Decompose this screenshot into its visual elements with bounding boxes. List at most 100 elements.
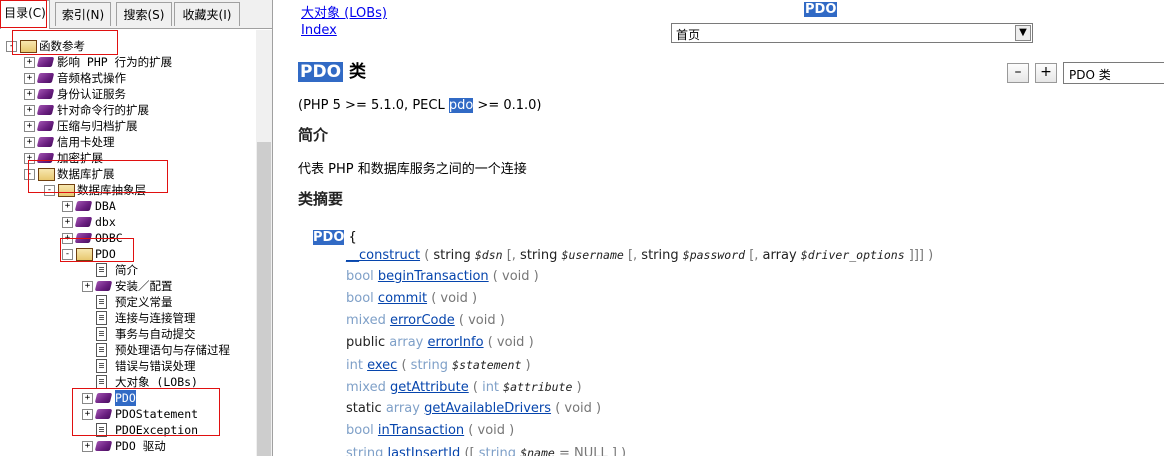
method-params: ( void ) — [431, 291, 478, 306]
tree-item[interactable]: 连接与连接管理 — [0, 310, 256, 326]
tree-item-label: 身份认证服务 — [57, 87, 126, 101]
prev-page-link[interactable]: 大对象 (LOBs) — [301, 2, 387, 21]
method-link[interactable]: getAttribute — [390, 380, 469, 395]
tree-item[interactable]: 简介 — [0, 262, 256, 278]
tree-item[interactable]: 错误与错误处理 — [0, 358, 256, 374]
search-input[interactable]: PDO 类 — [1063, 62, 1164, 84]
tree-item-label: 安装／配置 — [115, 279, 173, 293]
method-signature: public array errorInfo ( void ) — [346, 333, 534, 353]
param-type: string — [478, 446, 517, 456]
method-return-type: array — [385, 401, 420, 416]
param-type: int — [482, 380, 500, 395]
content-pane: 大对象 (LOBs) PDO Index 首页 ▼ PDO 类 – + PDO … — [273, 0, 1164, 456]
zoom-in-button[interactable]: + — [1035, 63, 1057, 83]
method-link[interactable]: errorInfo — [428, 335, 484, 350]
page-title: PDO 类 — [298, 60, 366, 84]
tree-item[interactable]: + 压缩与归档扩展 — [0, 118, 256, 134]
page-icon — [96, 263, 107, 277]
tree-item-label: 事务与自动提交 — [115, 327, 196, 341]
tree-item-label: 压缩与归档扩展 — [57, 119, 138, 133]
tree-item[interactable]: + 身份认证服务 — [0, 86, 256, 102]
method-link[interactable]: exec — [367, 358, 397, 373]
param-name: $dsn — [474, 248, 503, 262]
param-type: array — [762, 248, 797, 263]
tree-item-label: 音频格式操作 — [57, 71, 126, 85]
method-link[interactable]: errorCode — [390, 313, 455, 328]
method-signature: static array getAvailableDrivers ( void … — [346, 399, 601, 419]
expand-icon[interactable]: + — [24, 73, 35, 84]
synopsis-heading: 类摘要 — [298, 190, 344, 208]
book-icon — [36, 73, 55, 83]
tree-item[interactable]: + 音频格式操作 — [0, 70, 256, 86]
tree-item[interactable]: + 针对命令行的扩展 — [0, 102, 256, 118]
page-icon — [96, 295, 107, 309]
expand-icon[interactable]: + — [82, 441, 93, 452]
expand-icon[interactable]: + — [62, 217, 73, 228]
expand-icon[interactable]: + — [24, 137, 35, 148]
tree-item-label: 连接与连接管理 — [115, 311, 196, 325]
method-link[interactable]: __construct — [346, 248, 420, 263]
tree-item-label: 针对命令行的扩展 — [57, 103, 149, 117]
chevron-down-icon[interactable]: ▼ — [1015, 25, 1031, 41]
page-icon — [96, 375, 107, 389]
method-link[interactable]: inTransaction — [378, 423, 464, 438]
method-signature: bool commit ( void ) — [346, 289, 477, 309]
book-icon — [74, 217, 93, 227]
method-signature: bool inTransaction ( void ) — [346, 421, 514, 441]
expand-icon[interactable]: + — [24, 57, 35, 68]
method-link[interactable]: lastInsertId — [387, 446, 460, 456]
param-punct: ) — [572, 380, 582, 395]
expand-icon[interactable]: + — [24, 105, 35, 116]
method-signature: string lastInsertId ([ string $name = NU… — [346, 443, 626, 456]
tree-item[interactable]: 事务与自动提交 — [0, 326, 256, 342]
index-link[interactable]: Index — [301, 23, 337, 38]
tree-item[interactable]: + 信用卡处理 — [0, 134, 256, 150]
expand-icon[interactable]: + — [24, 89, 35, 100]
param-punct: [, — [745, 248, 763, 263]
page-select[interactable]: 首页 ▼ — [671, 23, 1033, 43]
param-punct: ]]] ) — [904, 248, 934, 263]
method-return-type: mixed — [346, 313, 386, 328]
expand-icon[interactable]: + — [62, 201, 73, 212]
tree-scrollbar-thumb[interactable] — [257, 142, 271, 456]
search-input-value: PDO 类 — [1069, 68, 1111, 82]
tree-item[interactable]: 预处理语句与存储过程 — [0, 342, 256, 358]
method-signature: int exec ( string $statement ) — [346, 355, 531, 375]
page-icon — [96, 343, 107, 357]
version-prefix: (PHP 5 >= 5.1.0, PECL — [298, 98, 449, 113]
expand-icon[interactable]: + — [24, 121, 35, 132]
tree-highlight-box — [28, 160, 168, 193]
contents-tree: - 函数参考 + 影响 PHP 行为的扩展 + 音频格式操作 + 身份认证服务 + 针对命令行的扩… — [0, 30, 256, 456]
tree-item[interactable]: + DBA — [0, 198, 256, 214]
tab-index[interactable]: 索引(N) — [55, 2, 111, 26]
method-link[interactable]: getAvailableDrivers — [424, 401, 551, 416]
tree-highlight-box — [60, 238, 134, 262]
param-name: $username — [561, 248, 624, 262]
book-icon — [94, 441, 113, 451]
tree-item[interactable]: + 影响 PHP 行为的扩展 — [0, 54, 256, 70]
page-title-highlight: PDO — [298, 62, 344, 82]
method-link[interactable]: beginTransaction — [378, 269, 489, 284]
tree-item-label: DBA — [95, 199, 116, 213]
tree-item-label: 信用卡处理 — [57, 135, 115, 149]
method-return-type: string — [346, 446, 384, 456]
tree-highlight-box — [12, 30, 118, 55]
method-params: ( void ) — [458, 313, 505, 328]
zoom-out-button[interactable]: – — [1007, 63, 1029, 83]
tree-item[interactable]: 预定义常量 — [0, 294, 256, 310]
param-punct: [, — [502, 248, 521, 263]
tab-favorites[interactable]: 收藏夹(I) — [174, 2, 240, 26]
tree-item[interactable]: + PDO 驱动 — [0, 438, 256, 454]
zoom-out-label: – — [1014, 64, 1022, 80]
page-select-value: 首页 — [676, 28, 701, 42]
method-link[interactable]: commit — [378, 291, 427, 306]
class-brace: { — [344, 230, 357, 245]
expand-icon[interactable]: + — [82, 281, 93, 292]
tree-item[interactable]: + dbx — [0, 214, 256, 230]
tab-search[interactable]: 搜索(S) — [116, 2, 172, 26]
tree-scrollbar[interactable] — [256, 30, 272, 456]
param-punct: ) — [521, 358, 531, 373]
intro-text: 代表 PHP 和数据库服务之间的一个连接 — [298, 162, 527, 177]
tree-item[interactable]: + 安装／配置 — [0, 278, 256, 294]
tree-item-label: 预处理语句与存储过程 — [115, 343, 230, 357]
